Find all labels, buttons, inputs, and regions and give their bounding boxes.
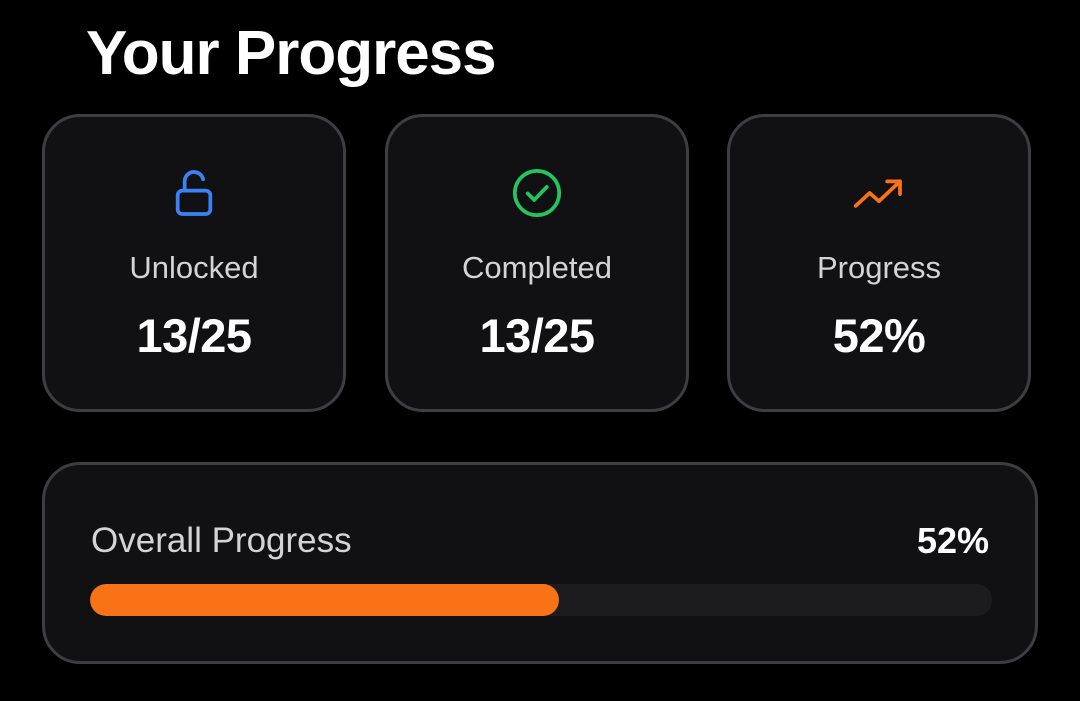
stat-value: 13/25 <box>479 309 595 362</box>
trending-up-icon <box>851 165 907 221</box>
overall-progress-label: Overall Progress <box>91 521 352 560</box>
stat-card-progress: Progress 52% <box>727 114 1031 412</box>
unlock-icon <box>166 165 222 221</box>
progress-bar-fill <box>90 584 560 616</box>
stat-value: 13/25 <box>136 309 252 362</box>
stat-label: Progress <box>816 250 942 285</box>
overall-progress-value: 52% <box>916 520 989 561</box>
check-circle-icon <box>509 165 565 221</box>
stat-value: 52% <box>832 309 926 362</box>
stats-row: Unlocked 13/25 Completed 13/25 Progress … <box>42 114 1038 418</box>
stat-label: Unlocked <box>129 250 259 285</box>
progress-bar-track <box>90 584 992 616</box>
page-title: Your Progress <box>86 19 497 88</box>
stat-card-unlocked: Unlocked 13/25 <box>42 114 346 412</box>
overall-progress-card: Overall Progress 52% <box>42 462 1038 664</box>
stat-label: Completed <box>462 250 612 285</box>
stat-card-completed: Completed 13/25 <box>385 114 689 412</box>
